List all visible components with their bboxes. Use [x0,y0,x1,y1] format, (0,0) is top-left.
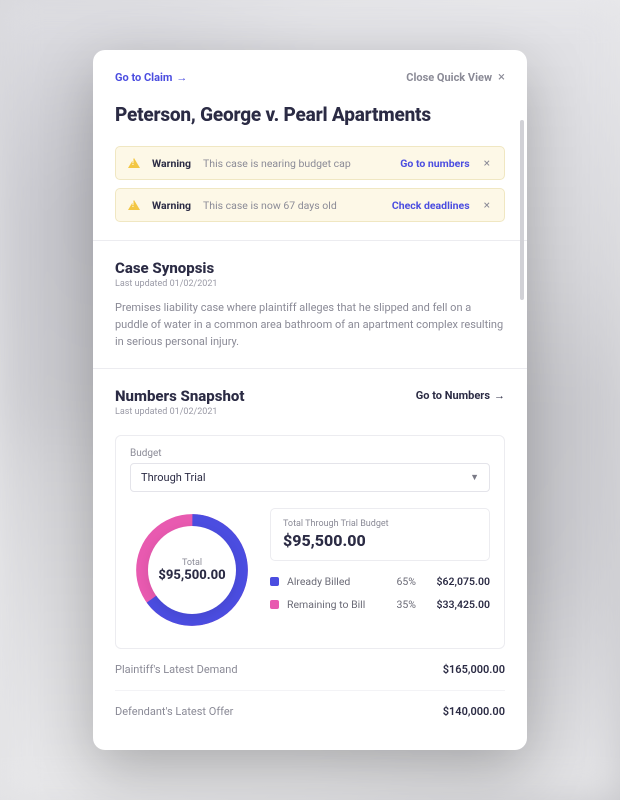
legend-amount: $62,075.00 [424,575,490,588]
kv-row-offer: Defendant's Latest Offer $140,000.00 [115,691,505,732]
alert-close-button[interactable]: × [482,156,492,170]
alert-budget: Warning This case is nearing budget cap … [115,146,505,180]
legend-label: Already Billed [287,575,376,588]
panel-scroll: Go to Claim → Close Quick View × Peterso… [93,50,527,750]
go-to-numbers-link[interactable]: Go to Numbers → [416,389,505,402]
arrow-right-icon: → [494,389,505,402]
budget-select[interactable]: Through Trial ▼ [130,463,490,492]
numbers-header: Numbers Snapshot Last updated 01/02/2021… [115,387,505,427]
go-to-claim-label: Go to Claim [115,71,172,84]
legend-pct: 35% [384,598,416,611]
chevron-down-icon: ▼ [470,472,479,483]
donut-center-value: $95,500.00 [158,568,225,583]
kv-row-demand: Plaintiff's Latest Demand $165,000.00 [115,649,505,691]
numbers-title: Numbers Snapshot [115,387,244,405]
close-quick-view-button[interactable]: Close Quick View × [406,70,505,85]
synopsis-title: Case Synopsis [115,259,505,277]
kv-value: $165,000.00 [443,663,505,676]
go-to-numbers-label: Go to Numbers [416,389,490,402]
swatch-icon [270,600,279,609]
warning-icon [128,200,140,210]
legend-row-remaining: Remaining to Bill 35% $33,425.00 [270,598,490,611]
arrow-right-icon: → [176,71,187,84]
total-box-value: $95,500.00 [283,531,477,550]
close-quick-view-label: Close Quick View [406,71,492,84]
alert-link-numbers[interactable]: Go to numbers [400,157,469,170]
kv-value: $140,000.00 [443,705,505,718]
kv-label: Defendant's Latest Offer [115,705,233,718]
alert-text: This case is nearing budget cap [203,157,388,170]
legend-amount: $33,425.00 [424,598,490,611]
alert-age: Warning This case is now 67 days old Che… [115,188,505,222]
budget-body: Total $95,500.00 Total Through Trial Bud… [130,508,490,632]
budget-right: Total Through Trial Budget $95,500.00 Al… [270,508,490,621]
alert-close-button[interactable]: × [482,198,492,212]
budget-select-value: Through Trial [141,471,206,484]
alert-label: Warning [152,199,191,212]
kv-label: Plaintiff's Latest Demand [115,663,238,676]
case-title: Peterson, George v. Pearl Apartments [115,103,505,126]
total-box: Total Through Trial Budget $95,500.00 [270,508,490,561]
alert-link-deadlines[interactable]: Check deadlines [392,199,470,212]
swatch-icon [270,577,279,586]
budget-label: Budget [130,448,490,459]
total-box-label: Total Through Trial Budget [283,519,477,529]
budget-donut-chart: Total $95,500.00 [130,508,254,632]
quick-view-panel: Go to Claim → Close Quick View × Peterso… [93,50,527,750]
donut-center-label: Total [182,558,202,568]
top-links: Go to Claim → Close Quick View × [115,70,505,85]
alert-label: Warning [152,157,191,170]
warning-icon [128,158,140,168]
budget-card: Budget Through Trial ▼ Total $95,500.00 [115,435,505,649]
synopsis-updated: Last updated 01/02/2021 [115,279,505,289]
donut-center: Total $95,500.00 [148,526,236,614]
scrollbar[interactable] [520,120,524,300]
go-to-claim-link[interactable]: Go to Claim → [115,71,187,84]
legend-row-billed: Already Billed 65% $62,075.00 [270,575,490,588]
legend-pct: 65% [384,575,416,588]
divider [93,240,527,241]
legend-label: Remaining to Bill [287,598,376,611]
close-icon: × [498,70,505,85]
numbers-updated: Last updated 01/02/2021 [115,407,244,417]
synopsis-body: Premises liability case where plaintiff … [115,299,505,350]
alert-text: This case is now 67 days old [203,199,380,212]
divider [93,368,527,369]
